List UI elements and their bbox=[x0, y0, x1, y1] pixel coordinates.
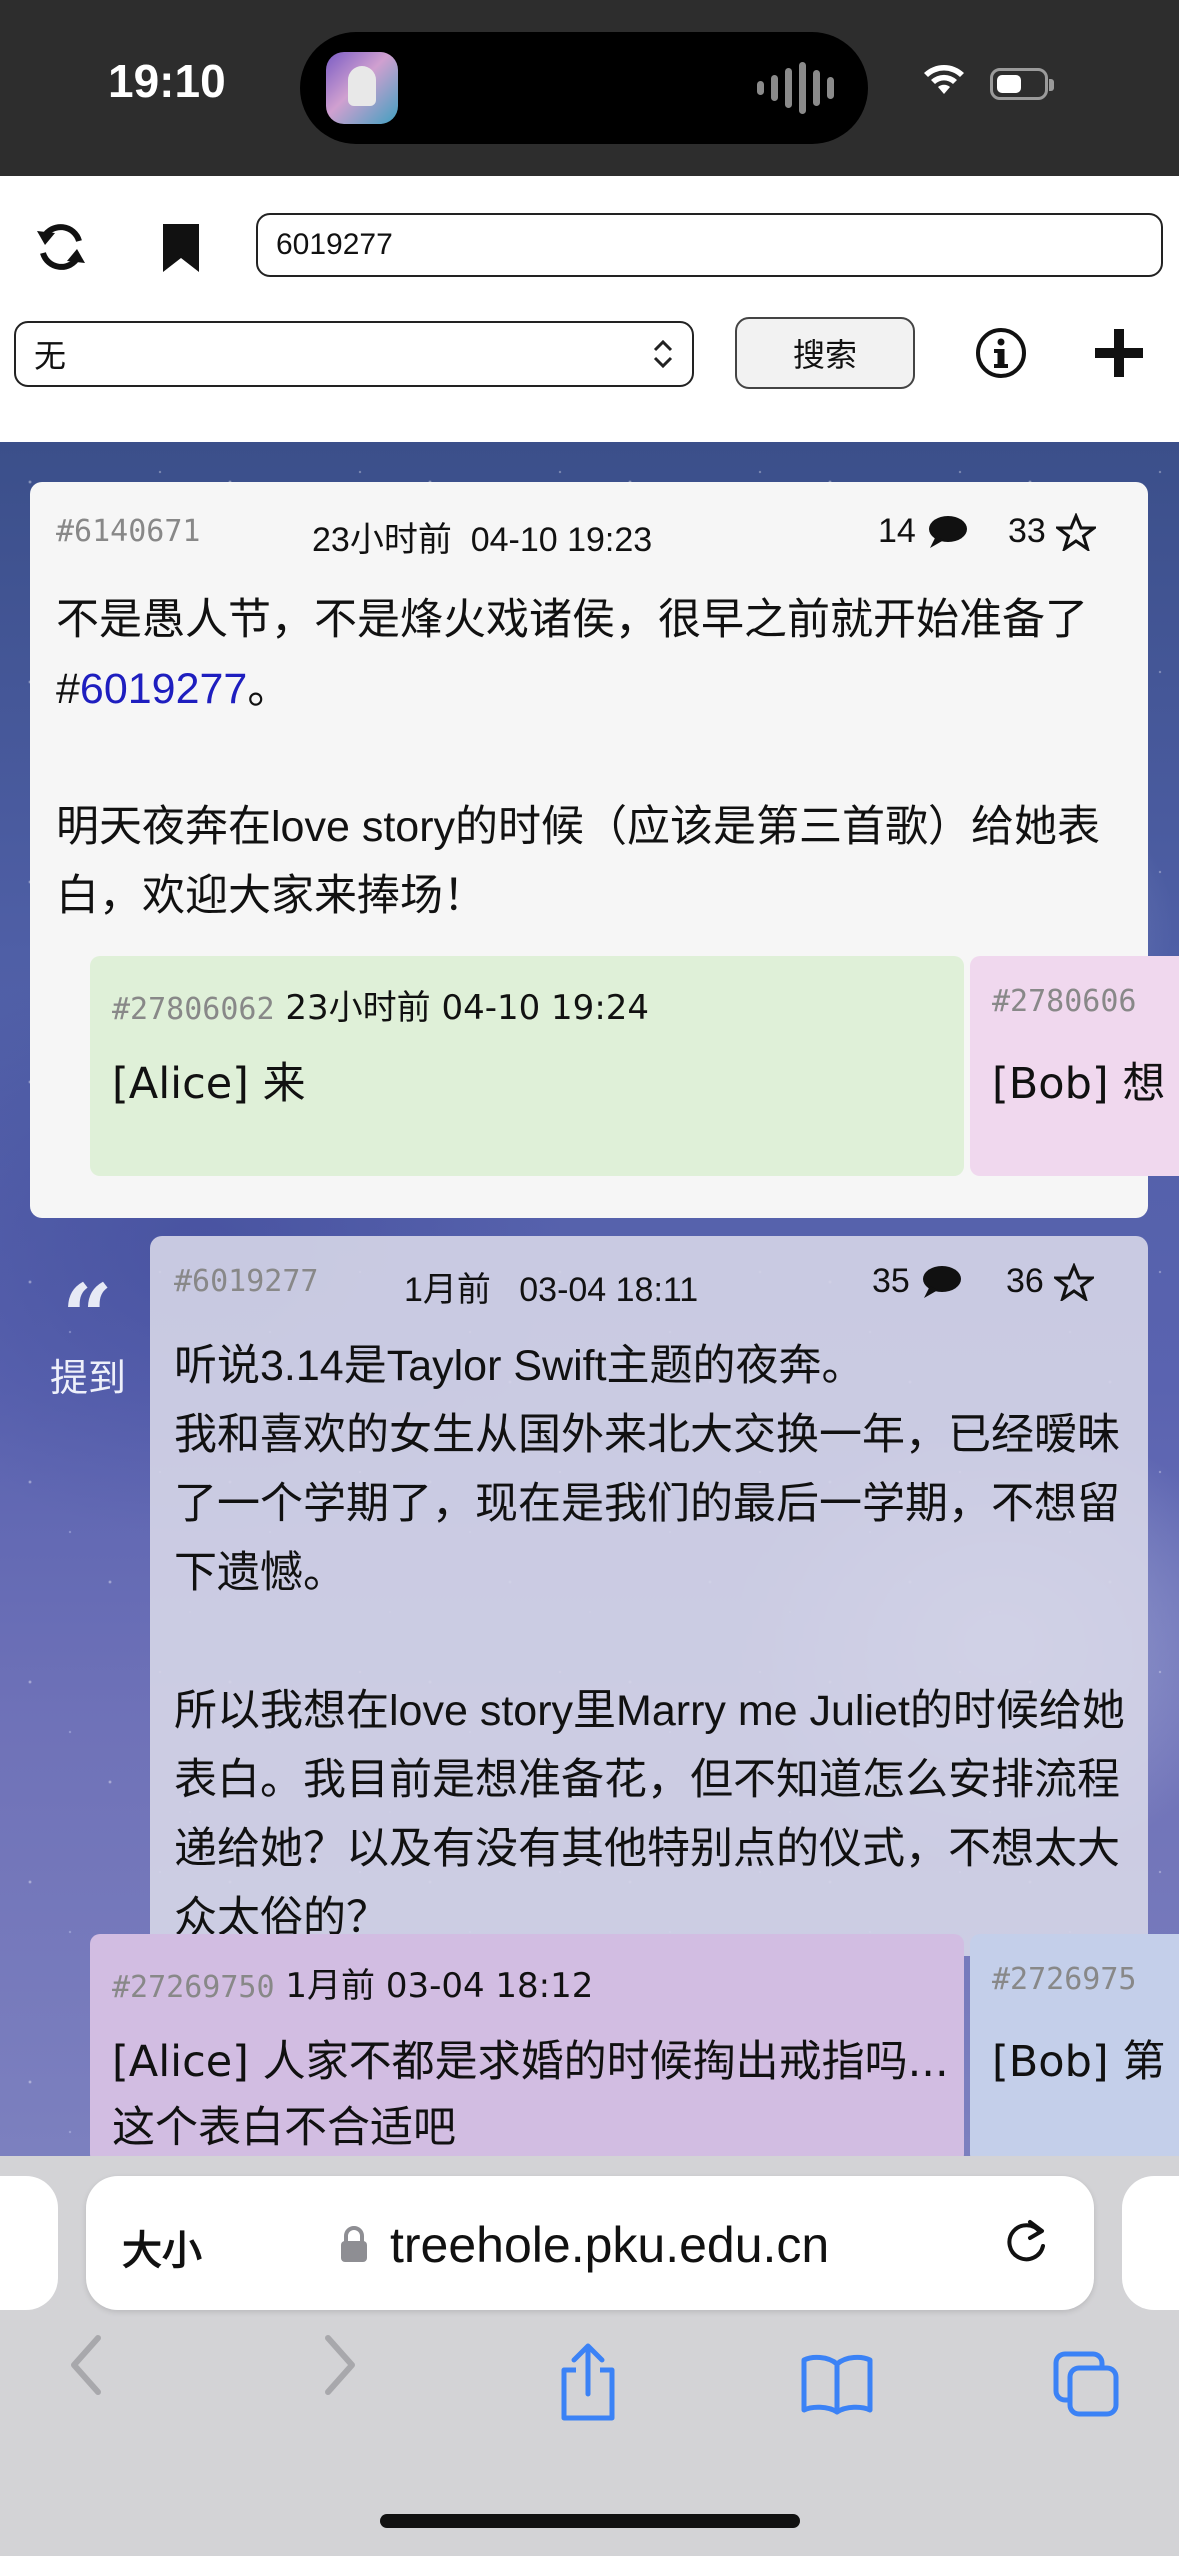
post-id[interactable]: #6140671 bbox=[56, 514, 201, 549]
post-body: 不是愚人节，不是烽火戏诸侯，很早之前就开始准备了#6019277。 明天夜奔在l… bbox=[56, 586, 1126, 931]
quoted-post-time: 1月前 03-04 18:11 bbox=[404, 1271, 699, 1309]
next-tab-preview[interactable] bbox=[1122, 2176, 1179, 2310]
reply-id[interactable]: #27806062 bbox=[112, 992, 275, 1027]
reply-card[interactable]: #2726975 [Bob] 第 bbox=[970, 1934, 1179, 2156]
reply-card[interactable]: #27806062 23小时前 04-10 19:24 [Alice] 来 bbox=[90, 956, 964, 1176]
bookmark-icon[interactable] bbox=[156, 218, 206, 278]
star-icon bbox=[1055, 512, 1096, 551]
search-button[interactable]: 搜索 bbox=[735, 317, 915, 389]
comment-icon bbox=[928, 515, 967, 548]
reply-id[interactable]: #27269750 bbox=[112, 1970, 275, 2005]
forward-icon[interactable] bbox=[312, 2330, 366, 2400]
quoted-post-card[interactable]: #6019277 1月前 03-04 18:11 35 36 听说3.14是Ta… bbox=[150, 1236, 1148, 1956]
filter-select-value: 无 bbox=[34, 337, 67, 375]
reply-text: [Bob] 想 bbox=[992, 1059, 1166, 1109]
reload-icon[interactable] bbox=[1000, 2216, 1052, 2268]
search-input[interactable] bbox=[256, 213, 1163, 277]
reply-text: [Alice] 来 bbox=[112, 1059, 306, 1109]
reply-text: [Bob] 第 bbox=[992, 2037, 1166, 2087]
quote-label: 提到 bbox=[50, 1356, 127, 1400]
reply-card[interactable]: #2780606 [Bob] 想 bbox=[970, 956, 1179, 1176]
select-chevron-icon bbox=[653, 339, 673, 369]
filter-select[interactable]: 无 bbox=[14, 321, 694, 387]
audio-waveform-icon bbox=[757, 62, 834, 114]
lock-icon bbox=[341, 2226, 367, 2262]
share-icon[interactable] bbox=[556, 2342, 620, 2424]
refresh-icon[interactable] bbox=[30, 216, 92, 278]
reply-count[interactable]: 14 bbox=[878, 512, 968, 551]
url-domain[interactable]: treehole.pku.edu.cn bbox=[390, 2216, 829, 2274]
info-icon[interactable] bbox=[974, 326, 1028, 380]
post-reference-link[interactable]: 6019277 bbox=[80, 665, 247, 713]
star-count-value: 33 bbox=[1008, 512, 1046, 550]
quoted-post-body: 听说3.14是Taylor Swift主题的夜奔。 我和喜欢的女生从国外来北大交… bbox=[174, 1342, 1125, 1942]
post-feed[interactable]: #6140671 23小时前 04-10 19:23 14 33 不是愚人节，不… bbox=[0, 442, 1179, 2156]
page-size-button[interactable]: 大小 bbox=[122, 2218, 202, 2276]
previous-tab-preview[interactable] bbox=[0, 2176, 58, 2310]
reply-card[interactable]: #27269750 1月前 03-04 18:12 [Alice] 人家不都是求… bbox=[90, 1934, 964, 2156]
plus-icon[interactable] bbox=[1092, 326, 1146, 380]
comment-icon bbox=[922, 1265, 961, 1298]
star-icon bbox=[1053, 1262, 1094, 1301]
bookmarks-icon[interactable] bbox=[800, 2352, 874, 2416]
reply-count[interactable]: 35 bbox=[872, 1262, 962, 1301]
reply-time: 1月前 03-04 18:12 bbox=[285, 1966, 594, 2006]
wifi-icon bbox=[924, 65, 964, 94]
address-bar[interactable]: 大小 treehole.pku.edu.cn bbox=[86, 2176, 1094, 2310]
star-count-value: 36 bbox=[1006, 1262, 1044, 1300]
dynamic-island[interactable] bbox=[300, 32, 868, 144]
status-time: 19:10 bbox=[108, 55, 226, 107]
now-playing-app-icon bbox=[326, 52, 398, 124]
star-count[interactable]: 33 bbox=[1008, 512, 1096, 551]
tabs-icon[interactable] bbox=[1052, 2350, 1122, 2420]
back-icon[interactable] bbox=[60, 2330, 114, 2400]
quoted-post-id[interactable]: #6019277 bbox=[174, 1264, 319, 1299]
battery-icon bbox=[990, 68, 1054, 100]
star-count[interactable]: 36 bbox=[1006, 1262, 1094, 1301]
reply-count-value: 35 bbox=[872, 1262, 910, 1300]
status-bar: 19:10 bbox=[0, 0, 1179, 176]
reply-id[interactable]: #2780606 bbox=[992, 984, 1137, 1019]
home-indicator[interactable] bbox=[380, 2514, 800, 2528]
reply-count-value: 14 bbox=[878, 512, 916, 550]
reply-text: [Alice] 人家不都是求婚的时候掏出戒指吗...这个表白不合适吧 bbox=[112, 2037, 949, 2153]
reply-id[interactable]: #2726975 bbox=[992, 1962, 1137, 1997]
reply-time: 23小时前 04-10 19:24 bbox=[285, 988, 650, 1028]
app-toolbar: 无 搜索 bbox=[0, 176, 1179, 442]
post-time: 23小时前 04-10 19:23 bbox=[312, 521, 653, 559]
